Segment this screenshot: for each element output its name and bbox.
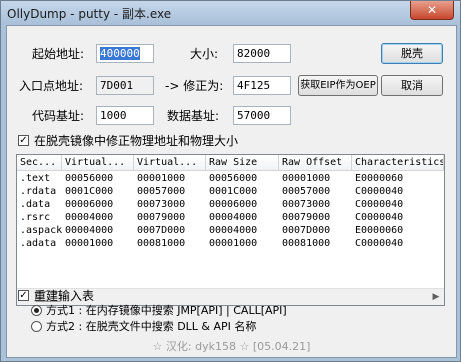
ollydump-window: OllyDump - putty - 副本.exe ✕ 起始地址: 400000… <box>0 0 461 362</box>
table-cell: 00056000 <box>65 173 114 184</box>
col-header-raw-size[interactable]: Raw Size <box>206 155 279 171</box>
table-cell: 00004000 <box>209 212 258 223</box>
table-cell: 0001C000 <box>209 186 258 197</box>
col-header-section[interactable]: Sec... <box>17 155 62 171</box>
size-input[interactable]: 82000 <box>233 44 291 63</box>
table-cell: 00079000 <box>137 212 186 223</box>
credits-text: ☆ 汉化: dyk158 ☆ [05.04.21] <box>152 340 311 353</box>
table-cell: 00001000 <box>209 238 258 249</box>
table-cell: 00081000 <box>137 238 186 249</box>
table-cell: 00073000 <box>137 199 186 210</box>
rebuild-import-checkbox[interactable]: ✓ <box>18 290 29 301</box>
table-header: Sec... Virtual... Virtual... Raw Size Ra… <box>17 155 444 171</box>
table-cell: C0000040 <box>355 199 404 210</box>
table-cell: .adata <box>20 238 57 249</box>
fix-raw-checkbox[interactable]: ✓ <box>18 135 29 146</box>
get-eip-as-oep-button[interactable]: 获取EIP作为OEP <box>298 75 378 96</box>
table-row[interactable]: .aspack 00004000 0007D000 00004000 0007D000 E… <box>17 224 444 237</box>
table-row[interactable]: .data 00006000 00073000 00006000 00073000 C00… <box>17 198 444 211</box>
data-base-label: 数据基址: <box>167 109 220 123</box>
fix-raw-label: 在脱壳镜像中修正物理地址和物理大小 <box>34 134 239 148</box>
table-cell: .data <box>20 199 51 210</box>
table-cell: 00004000 <box>209 225 258 236</box>
table-cell: 00006000 <box>209 199 258 210</box>
start-address-label: 起始地址: <box>32 47 85 61</box>
close-icon: ✕ <box>426 3 438 17</box>
data-base-input[interactable]: 57000 <box>233 106 291 125</box>
code-base-label: 代码基址: <box>32 109 85 123</box>
table-cell: 00006000 <box>65 199 114 210</box>
scroll-right-icon[interactable]: ▶ <box>428 289 444 305</box>
col-header-characteristics[interactable]: Characteristics <box>352 155 444 171</box>
table-cell: .aspack <box>20 225 62 236</box>
table-cell: 0007D000 <box>282 225 331 236</box>
table-cell: E0000060 <box>355 173 404 184</box>
method2-label: 方式2 : 在脱壳文件中搜索 DLL & API 名称 <box>46 320 257 333</box>
col-header-virtual-offset[interactable]: Virtual... <box>134 155 206 171</box>
table-cell: C0000040 <box>355 212 404 223</box>
close-button[interactable]: ✕ <box>410 1 454 20</box>
entry-point-label: 入口点地址: <box>19 79 84 93</box>
table-cell: 00004000 <box>65 212 114 223</box>
table-cell: 00057000 <box>282 186 331 197</box>
size-label: 大小: <box>190 47 219 61</box>
table-cell: 00079000 <box>282 212 331 223</box>
table-cell: 00001000 <box>282 173 331 184</box>
table-cell: 00004000 <box>65 225 114 236</box>
dump-button[interactable]: 脱壳 <box>381 43 443 64</box>
window-title: OllyDump - putty - 副本.exe <box>7 7 172 21</box>
dialog-body: 起始地址: 400000 大小: 82000 脱壳 入口点地址: 7D001 -… <box>6 25 457 358</box>
table-cell: C0000040 <box>355 238 404 249</box>
table-cell: 00056000 <box>209 173 258 184</box>
col-header-virtual-size[interactable]: Virtual... <box>62 155 134 171</box>
method2-radio[interactable] <box>31 321 42 332</box>
table-cell: .rdata <box>20 186 57 197</box>
table-cell: E0000060 <box>355 225 404 236</box>
table-cell: 00001000 <box>137 173 186 184</box>
method1-radio[interactable] <box>31 305 42 316</box>
table-cell: 00057000 <box>137 186 186 197</box>
table-row[interactable]: .rsrc 00004000 00079000 00004000 00079000 C00… <box>17 211 444 224</box>
cancel-button[interactable]: 取消 <box>381 75 443 96</box>
method1-label: 方式1 : 在内存镜像中搜索 JMP[API] | CALL[API] <box>46 304 287 317</box>
section-table[interactable]: Sec... Virtual... Virtual... Raw Size Ra… <box>16 154 445 306</box>
table-row[interactable]: .rdata 0001C000 00057000 0001C000 00057000 C0… <box>17 185 444 198</box>
table-cell: C0000040 <box>355 186 404 197</box>
table-cell: .text <box>20 173 51 184</box>
code-base-input[interactable]: 1000 <box>96 106 154 125</box>
col-header-raw-offset[interactable]: Raw Offset <box>279 155 352 171</box>
table-cell: 0001C000 <box>65 186 114 197</box>
title-bar[interactable]: OllyDump - putty - 副本.exe ✕ <box>1 1 460 25</box>
start-address-input[interactable]: 400000 <box>96 44 154 63</box>
table-cell: 0007D000 <box>137 225 186 236</box>
table-cell: .rsrc <box>20 212 51 223</box>
fix-to-label: -> 修正为: <box>165 79 224 93</box>
table-row[interactable]: .adata 00001000 00081000 00001000 00081000 C0… <box>17 237 444 250</box>
table-cell: 00001000 <box>65 238 114 249</box>
entry-point-field: 7D001 <box>96 76 154 95</box>
table-cell: 00073000 <box>282 199 331 210</box>
oep-input[interactable]: 4F125 <box>233 76 291 95</box>
table-row[interactable]: .text 00056000 00001000 00056000 00001000 E00… <box>17 172 444 185</box>
table-cell: 00081000 <box>282 238 331 249</box>
